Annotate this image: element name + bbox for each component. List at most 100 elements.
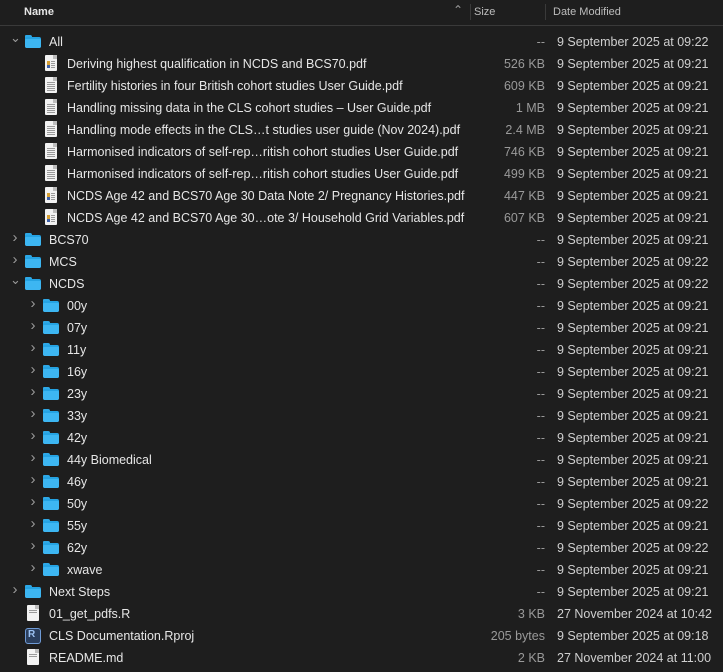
item-name: Handling missing data in the CLS cohort … (67, 101, 432, 115)
folder-row[interactable]: › 55y -- 9 September 2025 at 09:21 (0, 515, 723, 537)
item-name: 50y (67, 497, 88, 511)
file-row[interactable]: Harmonised indicators of self-rep…ritish… (0, 163, 723, 185)
folder-icon (43, 563, 59, 576)
item-size: 526 KB (503, 57, 545, 71)
pdf-file-icon (45, 55, 57, 71)
file-row[interactable]: Fertility histories in four British coho… (0, 75, 723, 97)
item-size: -- (536, 343, 545, 357)
folder-icon (25, 35, 41, 48)
chevron-right-icon[interactable]: › (28, 318, 38, 333)
item-date-modified: 9 September 2025 at 09:21 (557, 387, 709, 401)
pdf-file-icon (45, 143, 57, 159)
chevron-right-icon[interactable]: › (28, 450, 38, 465)
folder-icon (43, 387, 59, 400)
item-name: 01_get_pdfs.R (49, 607, 131, 621)
item-date-modified: 9 September 2025 at 09:21 (557, 343, 709, 357)
item-date-modified: 9 September 2025 at 09:21 (557, 167, 709, 181)
item-size: 609 KB (503, 79, 545, 93)
folder-row[interactable]: › 42y -- 9 September 2025 at 09:21 (0, 427, 723, 449)
item-size: 2.4 MB (505, 123, 545, 137)
chevron-right-icon[interactable]: › (28, 560, 38, 575)
file-row[interactable]: R CLS Documentation.Rproj 205 bytes 9 Septe… (0, 625, 723, 647)
folder-row[interactable]: › 00y -- 9 September 2025 at 09:21 (0, 295, 723, 317)
folder-icon (43, 365, 59, 378)
folder-row[interactable]: ⌄ All -- 9 September 2025 at 09:22 (0, 31, 723, 53)
file-row[interactable]: Handling missing data in the CLS cohort … (0, 97, 723, 119)
folder-icon (25, 277, 41, 290)
item-name: Fertility histories in four British coho… (67, 79, 403, 93)
item-size: -- (536, 409, 545, 423)
chevron-up-icon[interactable]: ⌃ (453, 3, 463, 17)
item-size: -- (536, 541, 545, 555)
item-size: -- (536, 563, 545, 577)
file-row[interactable]: Handling mode effects in the CLS…t studi… (0, 119, 723, 141)
folder-icon (43, 453, 59, 466)
item-date-modified: 9 September 2025 at 09:21 (557, 145, 709, 159)
item-size: -- (536, 277, 545, 291)
folder-row[interactable]: › 23y -- 9 September 2025 at 09:21 (0, 383, 723, 405)
chevron-right-icon[interactable]: › (28, 406, 38, 421)
folder-row[interactable]: › 16y -- 9 September 2025 at 09:21 (0, 361, 723, 383)
column-divider[interactable] (545, 4, 546, 20)
folder-row[interactable]: › MCS -- 9 September 2025 at 09:22 (0, 251, 723, 273)
item-size: -- (536, 255, 545, 269)
folder-row[interactable]: › 62y -- 9 September 2025 at 09:22 (0, 537, 723, 559)
file-row[interactable]: Deriving highest qualification in NCDS a… (0, 53, 723, 75)
item-size: -- (536, 475, 545, 489)
item-size: 1 MB (515, 101, 545, 115)
chevron-right-icon[interactable]: › (28, 384, 38, 399)
folder-row[interactable]: › 44y Biomedical -- 9 September 2025 at 09:… (0, 449, 723, 471)
folder-icon (25, 255, 41, 268)
chevron-right-icon[interactable]: › (10, 252, 20, 267)
file-row[interactable]: 01_get_pdfs.R 3 KB 27 November 2024 at 10:… (0, 603, 723, 625)
folder-row[interactable]: › 50y -- 9 September 2025 at 09:22 (0, 493, 723, 515)
chevron-right-icon[interactable]: › (28, 296, 38, 311)
chevron-right-icon[interactable]: › (10, 230, 20, 245)
folder-row[interactable]: › xwave -- 9 September 2025 at 09:21 (0, 559, 723, 581)
folder-row[interactable]: ⌄ NCDS -- 9 September 2025 at 09:22 (0, 273, 723, 295)
chevron-right-icon[interactable]: › (28, 516, 38, 531)
chevron-right-icon[interactable]: › (28, 472, 38, 487)
folder-icon (25, 233, 41, 246)
item-size: -- (536, 497, 545, 511)
date-modified-column-header[interactable]: Date Modified (553, 6, 621, 18)
item-date-modified: 9 September 2025 at 09:21 (557, 585, 709, 599)
item-name: NCDS (49, 277, 85, 291)
name-column-header[interactable]: Name (24, 6, 54, 18)
chevron-right-icon[interactable]: › (28, 362, 38, 377)
item-name: 23y (67, 387, 88, 401)
item-name: 44y Biomedical (67, 453, 152, 467)
item-size: -- (536, 519, 545, 533)
file-row[interactable]: NCDS Age 42 and BCS70 Age 30…ote 3/ Hous… (0, 207, 723, 229)
column-header: Name ⌃ Size Date Modified (0, 0, 723, 26)
folder-row[interactable]: › BCS70 -- 9 September 2025 at 09:21 (0, 229, 723, 251)
item-name: BCS70 (49, 233, 89, 247)
folder-row[interactable]: › 46y -- 9 September 2025 at 09:21 (0, 471, 723, 493)
item-date-modified: 9 September 2025 at 09:22 (557, 35, 709, 49)
file-row[interactable]: NCDS Age 42 and BCS70 Age 30 Data Note 2… (0, 185, 723, 207)
chevron-right-icon[interactable]: › (28, 340, 38, 355)
chevron-down-icon[interactable]: ⌄ (10, 273, 21, 287)
size-column-header[interactable]: Size (474, 6, 495, 18)
column-divider[interactable] (470, 4, 471, 20)
folder-row[interactable]: › 33y -- 9 September 2025 at 09:21 (0, 405, 723, 427)
chevron-down-icon[interactable]: ⌄ (10, 31, 21, 45)
folder-row[interactable]: › 11y -- 9 September 2025 at 09:21 (0, 339, 723, 361)
chevron-right-icon[interactable]: › (28, 428, 38, 443)
chevron-right-icon[interactable]: › (10, 582, 20, 597)
item-date-modified: 9 September 2025 at 09:21 (557, 563, 709, 577)
chevron-right-icon[interactable]: › (28, 538, 38, 553)
file-row[interactable]: README.md 2 KB 27 November 2024 at 11:00 (0, 647, 723, 669)
item-name: All (49, 35, 63, 49)
chevron-right-icon[interactable]: › (28, 494, 38, 509)
item-size: 2 KB (517, 651, 545, 665)
item-size: 607 KB (503, 211, 545, 225)
folder-row[interactable]: › Next Steps -- 9 September 2025 at 09:21 (0, 581, 723, 603)
file-browser: Name ⌃ Size Date Modified ⌄ All -- 9 Septem… (0, 0, 723, 672)
file-row[interactable]: Harmonised indicators of self-rep…ritish… (0, 141, 723, 163)
item-date-modified: 9 September 2025 at 09:21 (557, 123, 709, 137)
folder-row[interactable]: › 07y -- 9 September 2025 at 09:21 (0, 317, 723, 339)
item-name: Harmonised indicators of self-rep…ritish… (67, 167, 459, 181)
r-script-icon (27, 605, 39, 621)
item-name: Next Steps (49, 585, 111, 599)
